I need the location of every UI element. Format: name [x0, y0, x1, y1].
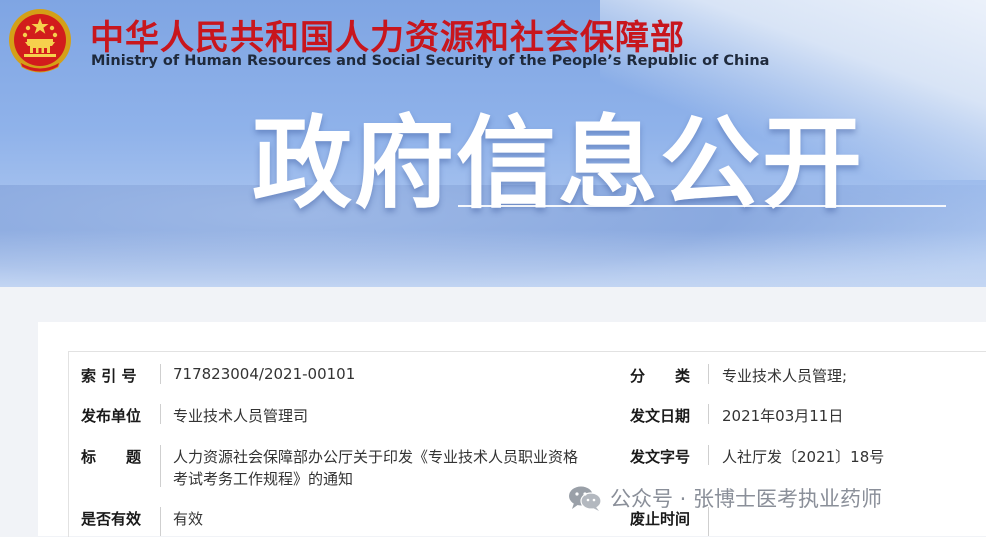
wechat-watermark: 公众号 · 张博士医考执业药师 [568, 484, 882, 512]
date-label: 发文日期 [630, 407, 691, 425]
divider [160, 404, 161, 424]
divider [160, 445, 161, 487]
date-value: 2021年03月11日 [722, 407, 844, 425]
category-label: 分 类 [630, 367, 691, 385]
header-banner: 中华人民共和国人力资源和社会保障部 Ministry of Human Reso… [0, 0, 986, 287]
national-emblem-icon[interactable] [6, 4, 74, 76]
wechat-icon [569, 486, 602, 511]
doc-title-line2[interactable]: 考试考务工作规程》的通知 [173, 468, 353, 489]
divider [708, 445, 709, 465]
valid-label: 是否有效 [81, 510, 142, 528]
issuer-label: 发布单位 [81, 407, 142, 425]
watermark-text: 公众号 · 张博士医考执业药师 [610, 487, 883, 511]
valid-value: 有效 [173, 510, 204, 528]
doc-title-line1[interactable]: 人力资源社会保障部办公厅关于印发《专业技术人员职业资格 [173, 446, 578, 467]
issuer-value: 专业技术人员管理司 [173, 407, 309, 425]
category-value: 专业技术人员管理; [722, 367, 848, 385]
banner-haze [0, 230, 986, 287]
divider [708, 404, 709, 424]
docno-label: 发文字号 [630, 448, 691, 466]
index-label: 索 引 号 [81, 367, 137, 385]
index-value: 717823004/2021-00101 [173, 365, 356, 383]
divider [160, 507, 161, 536]
divider [708, 364, 709, 384]
ministry-title-en: Ministry of Human Resources and Social S… [91, 53, 770, 69]
ministry-title-cn: 中华人民共和国人力资源和社会保障部 [90, 18, 685, 58]
doc-title-label: 标 题 [81, 448, 142, 466]
docno-value: 人社厅发〔2021〕18号 [722, 448, 885, 466]
divider [160, 364, 161, 384]
title-underline [458, 205, 946, 207]
